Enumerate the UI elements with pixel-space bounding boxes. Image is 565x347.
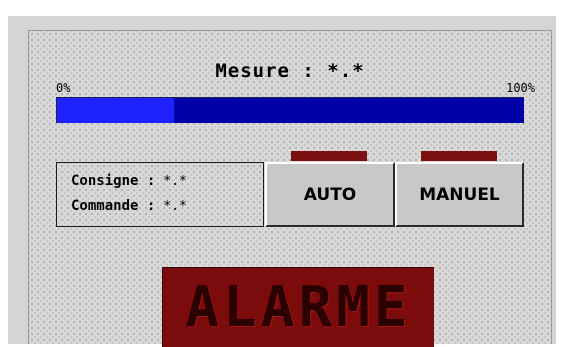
manuel-indicator-led: [421, 151, 497, 161]
consigne-row: Consigne : *.*: [71, 173, 187, 189]
consigne-label: Consigne :: [71, 173, 156, 189]
consigne-value: *.*: [163, 174, 187, 189]
measure-bargraph: [56, 97, 524, 123]
setpoint-info-box: Consigne : *.* Commande : *.*: [56, 162, 264, 227]
commande-value: *.*: [163, 199, 187, 214]
commande-label: Commande :: [71, 198, 156, 214]
measure-title: Mesure : *.*: [215, 60, 365, 82]
manuel-button[interactable]: MANUEL: [395, 162, 524, 227]
control-panel: Mesure : *.* 0% 100% Consigne : *.* Comma…: [28, 30, 552, 347]
measure-bargraph-fill: [57, 98, 174, 123]
scale-min-label: 0%: [56, 81, 71, 95]
auto-indicator-led: [291, 151, 367, 161]
commande-row: Commande : *.*: [71, 198, 187, 214]
scale-max-label: 100%: [506, 81, 535, 95]
alarm-indicator: ALARME: [162, 267, 434, 347]
auto-button[interactable]: AUTO: [265, 162, 395, 227]
